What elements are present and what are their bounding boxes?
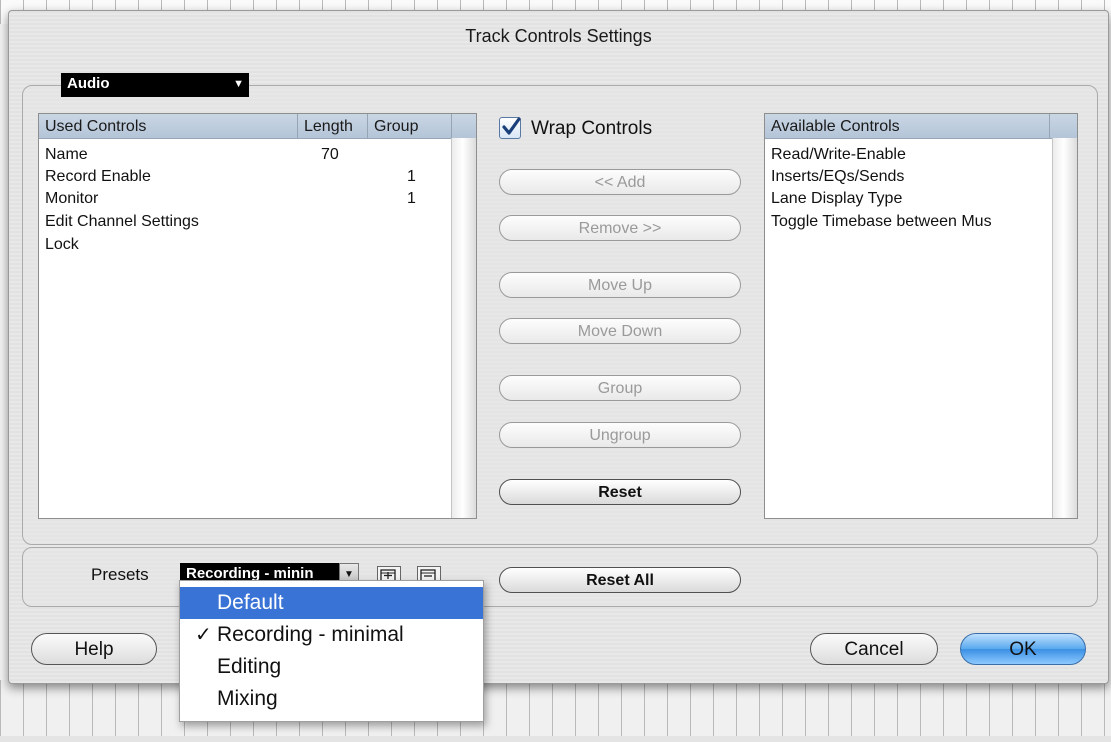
table-row[interactable]: Edit Channel Settings — [45, 211, 199, 233]
help-button[interactable]: Help — [31, 633, 157, 665]
presets-label: Presets — [91, 565, 149, 584]
group-button[interactable]: Group — [499, 375, 741, 401]
table-row[interactable]: Name 70 — [45, 144, 339, 166]
column-header-length[interactable]: Length — [298, 114, 368, 138]
column-header-group[interactable]: Group — [368, 114, 452, 138]
available-controls-list[interactable]: Available Controls Read/Write-Enable Ins… — [764, 113, 1078, 519]
checkmark-icon — [502, 117, 521, 135]
column-header-available-controls[interactable]: Available Controls — [765, 114, 1050, 138]
dialog-title: Track Controls Settings — [465, 26, 652, 46]
presets-menu: Default ✓ Recording - minimal Editing Mi… — [179, 580, 484, 722]
used-controls-scrollbar[interactable] — [451, 138, 476, 518]
move-down-button[interactable]: Move Down — [499, 318, 741, 344]
reset-all-button[interactable]: Reset All — [499, 567, 741, 593]
table-row[interactable]: Lock — [45, 234, 79, 256]
control-length: 70 — [321, 146, 339, 163]
menu-item-label: Default — [217, 591, 284, 614]
list-item[interactable]: Read/Write-Enable — [771, 144, 906, 166]
add-button[interactable]: << Add — [499, 169, 741, 195]
menu-item-editing[interactable]: Editing — [180, 651, 483, 683]
control-group: 1 — [407, 190, 416, 207]
menu-item-label: Recording - minimal — [217, 623, 404, 646]
remove-button[interactable]: Remove >> — [499, 215, 741, 241]
control-group: 1 — [407, 168, 416, 185]
move-up-button[interactable]: Move Up — [499, 272, 741, 298]
list-item[interactable]: Toggle Timebase between Mus — [771, 211, 992, 233]
table-row[interactable]: Monitor 1 — [45, 188, 416, 210]
wrap-controls-checkbox[interactable] — [499, 117, 521, 139]
track-controls-dialog: Track Controls Settings Audio ▼ Used Con… — [8, 10, 1109, 684]
column-header-used-controls[interactable]: Used Controls — [39, 114, 298, 138]
control-name: Record Enable — [45, 168, 151, 185]
list-item[interactable]: Inserts/EQs/Sends — [771, 166, 904, 188]
menu-item-label: Editing — [217, 655, 282, 678]
cancel-button[interactable]: Cancel — [810, 633, 938, 665]
menu-item-label: Mixing — [217, 687, 278, 710]
track-type-select[interactable]: Audio ▼ — [61, 73, 249, 97]
checkmark-icon: ✓ — [195, 624, 212, 646]
control-name: Edit Channel Settings — [45, 213, 199, 230]
reset-button[interactable]: Reset — [499, 479, 741, 505]
table-row[interactable]: Record Enable 1 — [45, 166, 416, 188]
background-track-area — [0, 680, 1111, 742]
used-controls-list[interactable]: Used Controls Length Group Name 70 Recor… — [38, 113, 477, 519]
ungroup-button[interactable]: Ungroup — [499, 422, 741, 448]
available-controls-scrollbar[interactable] — [1052, 138, 1077, 518]
list-item[interactable]: Lane Display Type — [771, 188, 902, 210]
menu-item-recording-minimal[interactable]: ✓ Recording - minimal — [180, 619, 483, 651]
menu-item-default[interactable]: Default — [180, 587, 483, 619]
menu-item-mixing[interactable]: Mixing — [180, 683, 483, 715]
track-type-value: Audio — [67, 75, 110, 92]
control-name: Name — [45, 146, 88, 163]
used-controls-header: Used Controls Length Group — [39, 114, 476, 139]
control-name: Lock — [45, 236, 79, 253]
wrap-controls-label: Wrap Controls — [531, 118, 653, 139]
ok-button[interactable]: OK — [960, 633, 1086, 665]
available-controls-header: Available Controls — [765, 114, 1077, 139]
control-name: Monitor — [45, 190, 99, 207]
chevron-down-icon: ▼ — [233, 78, 244, 90]
